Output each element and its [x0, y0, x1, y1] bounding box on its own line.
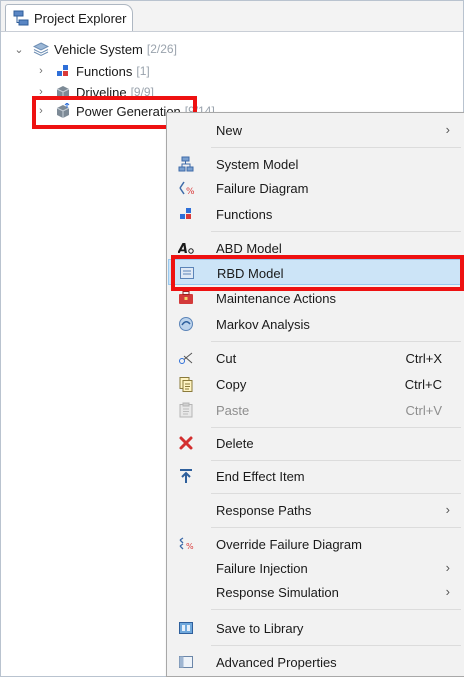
tree-item-vehicle-system[interactable]: ⌄ Vehicle System [2/26]: [13, 38, 177, 60]
tree-item-count: [2/26]: [146, 42, 177, 56]
menu-item-label: ABD Model: [216, 241, 282, 256]
chevron-right-icon[interactable]: ›: [35, 65, 47, 77]
menu-item-cut[interactable]: Cut Ctrl+X: [168, 345, 464, 371]
menu-item-failure-injection[interactable]: Failure Injection ›: [168, 555, 464, 581]
copy-icon: [178, 376, 194, 392]
tree-item-count: [9/9]: [130, 85, 154, 99]
menu-item-copy[interactable]: Copy Ctrl+C: [168, 371, 464, 397]
svg-text:%: %: [186, 187, 194, 196]
menu-separator: [211, 427, 461, 428]
properties-icon: [178, 654, 194, 670]
menu-item-shortcut: Ctrl+V: [405, 403, 442, 418]
menu-item-failure-diagram[interactable]: % Failure Diagram: [168, 175, 464, 201]
menu-item-label: Paste: [216, 403, 250, 418]
menu-item-override-failure-diagram[interactable]: % Override Failure Diagram: [168, 531, 464, 557]
paste-icon: [178, 402, 194, 418]
svg-text:A: A: [178, 242, 188, 256]
menu-separator: [211, 460, 461, 461]
chevron-right-icon: ›: [445, 122, 450, 137]
menu-item-maintenance-actions[interactable]: Maintenance Actions: [168, 285, 464, 311]
context-menu: New › System Model % Failure Diagram Fun…: [166, 112, 464, 677]
chevron-right-icon[interactable]: ›: [35, 105, 47, 117]
menu-item-abd-model[interactable]: A ABD Model: [168, 235, 464, 261]
rbd-model-icon: [179, 265, 195, 281]
tree-item-functions[interactable]: › Functions [1]: [35, 60, 150, 82]
tree-item-count: [1]: [136, 64, 150, 78]
menu-item-response-paths[interactable]: Response Paths ›: [168, 497, 464, 523]
explorer-tab-bar: Project Explorer: [1, 1, 463, 32]
menu-item-label: Failure Injection: [216, 561, 308, 576]
system-model-icon: [178, 156, 194, 172]
component-box-icon: [55, 102, 71, 119]
menu-item-label: Markov Analysis: [216, 317, 310, 332]
chevron-right-icon: ›: [445, 502, 450, 517]
failure-diagram-icon: %: [178, 180, 195, 197]
menu-item-label: RBD Model: [217, 266, 284, 281]
chevron-right-icon[interactable]: ›: [35, 86, 47, 98]
menu-item-label: Response Simulation: [216, 585, 339, 600]
chevron-right-icon: ›: [445, 560, 450, 575]
menu-item-response-simulation[interactable]: Response Simulation ›: [168, 579, 464, 605]
menu-item-end-effect-item[interactable]: End Effect Item: [168, 463, 464, 489]
functions-icon: [55, 63, 71, 79]
scissors-icon: [178, 350, 194, 366]
library-icon: [178, 620, 194, 636]
menu-item-shortcut: Ctrl+X: [405, 351, 442, 366]
menu-item-label: System Model: [216, 157, 299, 172]
svg-text:%: %: [186, 542, 194, 551]
functions-icon: [178, 206, 194, 222]
menu-separator: [211, 341, 461, 342]
menu-item-save-to-library[interactable]: Save to Library: [168, 615, 464, 641]
menu-item-advanced-properties[interactable]: Advanced Properties: [168, 649, 464, 675]
menu-item-rbd-model[interactable]: RBD Model: [168, 259, 464, 285]
delete-x-icon: [178, 435, 194, 451]
menu-item-markov-analysis[interactable]: Markov Analysis: [168, 311, 464, 337]
menu-item-label: Cut: [216, 351, 237, 366]
menu-item-paste: Paste Ctrl+V: [168, 397, 464, 423]
override-icon: %: [178, 536, 194, 552]
tab-label: Project Explorer: [34, 10, 127, 26]
menu-item-label: Delete: [216, 436, 254, 451]
menu-item-delete[interactable]: Delete: [168, 430, 464, 456]
menu-separator: [211, 609, 461, 610]
menu-separator: [211, 527, 461, 528]
layers-icon: [32, 41, 50, 57]
menu-item-label: Maintenance Actions: [216, 291, 336, 306]
tree-item-label: Vehicle System: [54, 41, 143, 57]
menu-item-new[interactable]: New ›: [168, 117, 464, 143]
tree-item-label: Driveline: [76, 84, 127, 100]
menu-item-label: Advanced Properties: [216, 655, 337, 670]
menu-item-label: Save to Library: [216, 621, 304, 636]
menu-separator: [211, 645, 461, 646]
menu-separator: [211, 231, 461, 232]
menu-item-label: New: [216, 123, 243, 138]
tree-item-label: Functions: [76, 63, 133, 79]
menu-item-functions[interactable]: Functions: [168, 201, 464, 227]
menu-item-label: End Effect Item: [216, 469, 305, 484]
tab-project-explorer[interactable]: Project Explorer: [5, 4, 133, 31]
abd-model-icon: A: [177, 240, 194, 257]
menu-item-shortcut: Ctrl+C: [404, 377, 442, 392]
menu-item-label: Functions: [216, 207, 273, 222]
menu-item-label: Override Failure Diagram: [216, 537, 362, 552]
menu-item-system-model[interactable]: System Model: [168, 151, 464, 177]
menu-item-label: Response Paths: [216, 503, 312, 518]
toolbox-icon: [178, 290, 194, 306]
chevron-right-icon: ›: [445, 584, 450, 599]
menu-item-label: Failure Diagram: [216, 181, 309, 196]
menu-separator: [211, 493, 461, 494]
component-box-icon: [55, 84, 71, 100]
menu-separator: [211, 147, 461, 148]
end-effect-icon: [178, 468, 194, 484]
chevron-down-icon[interactable]: ⌄: [13, 43, 25, 56]
markov-icon: [178, 316, 194, 332]
menu-item-label: Copy: [216, 377, 247, 392]
project-explorer-icon: [13, 10, 29, 26]
